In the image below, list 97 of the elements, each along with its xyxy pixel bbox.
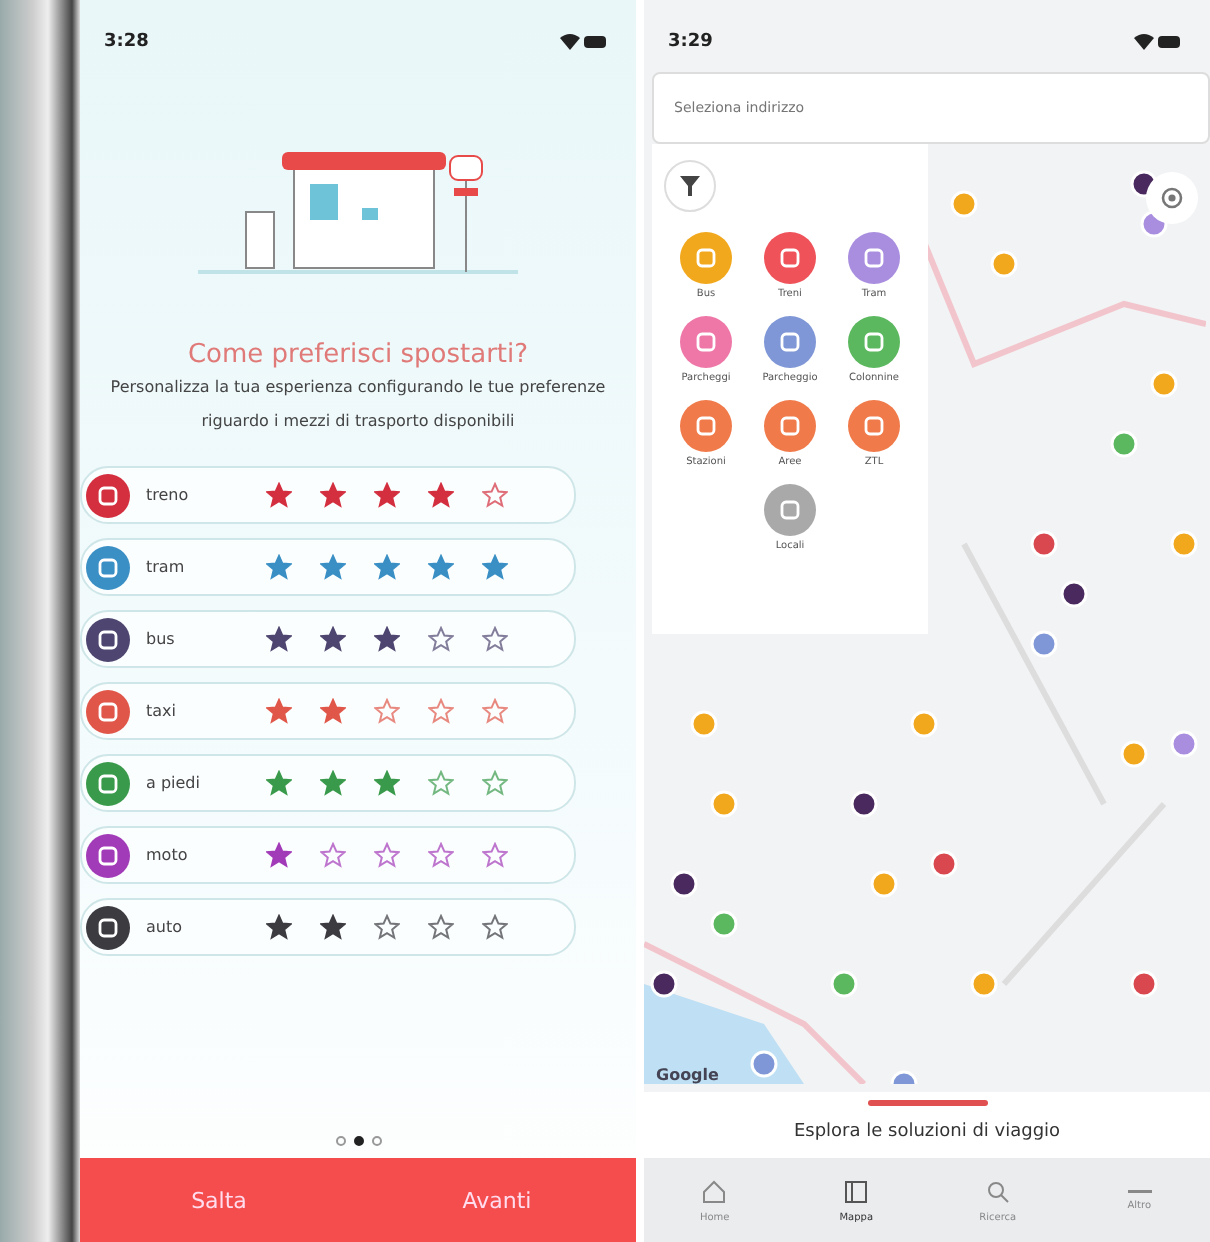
empty-star-icon bbox=[428, 698, 454, 724]
filled-star-icon bbox=[266, 698, 292, 724]
explore-label: Esplora le soluzioni di viaggio bbox=[793, 1122, 1061, 1142]
filled-star-icon bbox=[374, 482, 400, 508]
status-icons-icon bbox=[1130, 32, 1182, 52]
mode-label: auto bbox=[146, 918, 185, 936]
mode-label: moto bbox=[146, 846, 190, 864]
square-icon bbox=[98, 773, 118, 793]
square-icon bbox=[864, 248, 884, 268]
locate-button[interactable] bbox=[1146, 172, 1198, 224]
mode-label: a piedi bbox=[146, 774, 202, 792]
square-icon bbox=[696, 332, 716, 352]
filter-toggle-button[interactable] bbox=[664, 160, 716, 212]
page-dot[interactable] bbox=[371, 1136, 381, 1146]
square-icon bbox=[98, 629, 118, 649]
empty-star-icon bbox=[482, 770, 508, 796]
empty-star-icon bbox=[374, 698, 400, 724]
filled-star-icon bbox=[374, 626, 400, 652]
empty-star-icon bbox=[428, 842, 454, 868]
target-icon bbox=[1160, 186, 1184, 210]
filter-category-button[interactable] bbox=[764, 316, 816, 368]
empty-star-icon bbox=[482, 842, 508, 868]
square-icon bbox=[98, 917, 118, 937]
square-icon bbox=[864, 416, 884, 436]
square-icon bbox=[98, 701, 118, 721]
empty-star-icon bbox=[482, 698, 508, 724]
mode-label: bus bbox=[146, 630, 177, 648]
mode-label: treno bbox=[146, 486, 191, 504]
square-icon bbox=[780, 332, 800, 352]
empty-star-icon bbox=[374, 842, 400, 868]
filled-star-icon bbox=[482, 554, 508, 580]
filled-star-icon bbox=[266, 842, 292, 868]
explore-sheet[interactable]: Esplora le soluzioni di viaggio bbox=[644, 1092, 1210, 1158]
map-credit: Google bbox=[656, 1066, 719, 1084]
screen-title: Come preferisci spostarti? bbox=[185, 340, 531, 370]
filled-star-icon bbox=[320, 626, 346, 652]
square-icon bbox=[98, 485, 118, 505]
filled-star-icon bbox=[266, 554, 292, 580]
filled-star-icon bbox=[320, 554, 346, 580]
dash-icon bbox=[1127, 1189, 1152, 1193]
filter-category-button[interactable] bbox=[680, 400, 732, 452]
filter-category-button[interactable] bbox=[848, 232, 900, 284]
filter-category-button[interactable] bbox=[680, 232, 732, 284]
sheet-handle[interactable] bbox=[867, 1100, 987, 1106]
square-icon bbox=[780, 248, 800, 268]
empty-star-icon bbox=[428, 626, 454, 652]
transport-mode-row[interactable]: a piedi bbox=[80, 754, 576, 812]
filter-category-button[interactable] bbox=[764, 400, 816, 452]
map-icon bbox=[842, 1177, 871, 1205]
filter-category-button[interactable] bbox=[680, 316, 732, 368]
filter-category-button[interactable] bbox=[848, 316, 900, 368]
empty-star-icon bbox=[482, 626, 508, 652]
status-time: 3:29 bbox=[668, 32, 713, 52]
filled-star-icon bbox=[266, 770, 292, 796]
square-icon bbox=[696, 248, 716, 268]
status-time: 3:28 bbox=[104, 32, 149, 52]
filled-star-icon bbox=[320, 914, 346, 940]
transport-mode-row[interactable]: moto bbox=[80, 826, 576, 884]
filled-star-icon bbox=[320, 770, 346, 796]
square-icon bbox=[780, 500, 800, 520]
transport-mode-row[interactable]: taxi bbox=[80, 682, 576, 740]
filled-star-icon bbox=[266, 482, 292, 508]
empty-star-icon bbox=[482, 914, 508, 940]
transport-mode-row[interactable]: treno bbox=[80, 466, 576, 524]
empty-star-icon bbox=[428, 770, 454, 796]
mode-label: taxi bbox=[146, 702, 178, 720]
mode-label: tram bbox=[146, 558, 187, 576]
square-icon bbox=[864, 332, 884, 352]
filled-star-icon bbox=[320, 482, 346, 508]
filled-star-icon bbox=[266, 626, 292, 652]
filled-star-icon bbox=[374, 554, 400, 580]
status-icons-icon bbox=[556, 32, 608, 52]
home-icon bbox=[700, 1177, 729, 1205]
filter-category-button[interactable] bbox=[764, 484, 816, 536]
filter-category-button[interactable] bbox=[848, 400, 900, 452]
filled-star-icon bbox=[374, 770, 400, 796]
empty-star-icon bbox=[320, 842, 346, 868]
search-icon bbox=[983, 1177, 1012, 1205]
square-icon bbox=[780, 416, 800, 436]
filter-icon bbox=[678, 174, 702, 198]
empty-star-icon bbox=[428, 914, 454, 940]
filled-star-icon bbox=[320, 698, 346, 724]
page-dot[interactable] bbox=[353, 1136, 363, 1146]
page-dot[interactable] bbox=[335, 1136, 345, 1146]
screen-subtitle: Personalizza la tua esperienza configurando le tue preferenze riguardo i mezzi di trasporto disponibili bbox=[108, 376, 608, 434]
square-icon bbox=[98, 557, 118, 577]
empty-star-icon bbox=[482, 482, 508, 508]
square-icon bbox=[696, 416, 716, 436]
transport-mode-row[interactable]: tram bbox=[80, 538, 576, 596]
filled-star-icon bbox=[266, 914, 292, 940]
transport-mode-row[interactable]: bus bbox=[80, 610, 576, 668]
filled-star-icon bbox=[428, 554, 454, 580]
filled-star-icon bbox=[428, 482, 454, 508]
empty-star-icon bbox=[374, 914, 400, 940]
square-icon bbox=[98, 845, 118, 865]
filter-category-button[interactable] bbox=[764, 232, 816, 284]
transport-mode-row[interactable]: auto bbox=[80, 898, 576, 956]
